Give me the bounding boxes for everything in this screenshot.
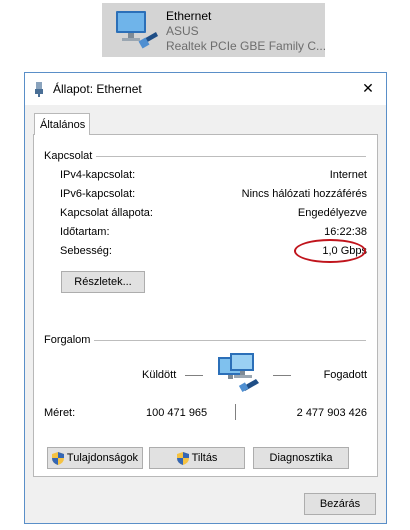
properties-button[interactable]: Tulajdonságok <box>47 447 143 469</box>
diagnose-button-label: Diagnosztika <box>269 452 333 464</box>
speed-highlight-oval <box>294 239 366 263</box>
shield-icon <box>51 451 64 465</box>
diagnose-button[interactable]: Diagnosztika <box>253 447 349 469</box>
ipv6-label: IPv6-kapcsolat: <box>60 188 136 200</box>
media-state-value: Engedélyezve <box>297 207 367 219</box>
adapter-network: ASUS <box>166 24 199 38</box>
activity-group-title: Forgalom <box>44 334 91 346</box>
duration-value: 16:22:38 <box>324 226 367 238</box>
connection-group-divider <box>96 156 366 157</box>
speed-label: Sebesség: <box>60 245 112 257</box>
network-activity-icon <box>218 353 259 392</box>
sent-label: Küldött <box>142 369 177 381</box>
adapter-device: Realtek PCIe GBE Family C... <box>166 39 327 53</box>
dialog-title: Állapot: Ethernet <box>53 82 142 96</box>
ethernet-title-icon <box>35 82 43 97</box>
activity-group-divider <box>94 340 366 341</box>
ipv4-label: IPv4-kapcsolat: <box>60 169 136 181</box>
close-dialog-button[interactable]: Bezárás <box>304 493 376 515</box>
received-label: Fogadott <box>323 369 367 381</box>
close-button[interactable]: ✕ <box>350 73 386 103</box>
close-icon: ✕ <box>362 79 374 96</box>
general-panel: Kapcsolat IPv4-kapcsolat: Internet IPv6-… <box>33 134 378 477</box>
ipv4-value: Internet <box>329 169 367 181</box>
bytes-received-value: 2 477 903 426 <box>296 407 367 419</box>
bytes-label: Méret: <box>44 407 76 419</box>
properties-button-label: Tulajdonságok <box>66 452 139 464</box>
received-connector <box>273 375 291 376</box>
close-dialog-button-label: Bezárás <box>319 498 361 510</box>
details-button[interactable]: Részletek... <box>61 271 145 293</box>
ipv6-value: Nincs hálózati hozzáférés <box>241 188 367 200</box>
shield-icon <box>176 451 189 465</box>
connection-group-title: Kapcsolat <box>44 150 93 162</box>
title-bar[interactable]: Állapot: Ethernet ✕ <box>25 73 386 105</box>
disable-button-label: Tiltás <box>191 452 218 464</box>
network-adapter-tile[interactable]: Ethernet ASUS Realtek PCIe GBE Family C.… <box>102 3 327 57</box>
disable-button[interactable]: Tiltás <box>149 447 245 469</box>
details-button-label: Részletek... <box>74 276 132 288</box>
adapter-name: Ethernet <box>166 9 212 23</box>
sent-connector <box>185 375 203 376</box>
status-dialog: Állapot: Ethernet ✕ Általános Kapcsolat … <box>24 72 387 524</box>
bytes-sent-value: 100 471 965 <box>146 407 208 419</box>
tab-general[interactable]: Általános <box>34 113 90 135</box>
media-state-label: Kapcsolat állapota: <box>60 207 153 219</box>
bytes-divider <box>235 404 236 420</box>
duration-label: Időtartam: <box>60 226 110 238</box>
network-adapter-icon <box>116 11 158 49</box>
